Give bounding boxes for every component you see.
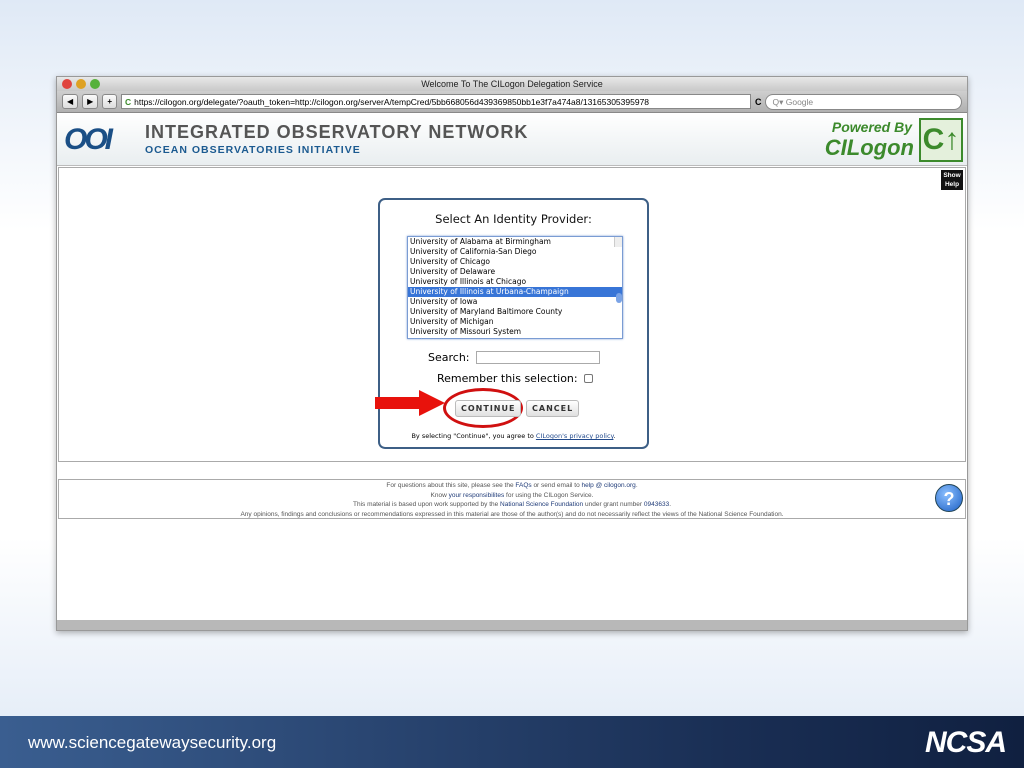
email-link[interactable]: help @ cilogon.org <box>582 482 636 489</box>
zoom-button[interactable] <box>90 79 100 89</box>
list-item[interactable]: University of Iowa <box>408 297 622 307</box>
cilogon-logo-icon: C↑ <box>919 118 963 162</box>
page-header: OOI INTEGRATED OBSERVATORY NETWORK OCEAN… <box>57 113 967 166</box>
url-text: https://cilogon.org/delegate/?oauth_toke… <box>134 97 650 107</box>
scrollbar-thumb[interactable] <box>616 293 622 303</box>
grant-link[interactable]: 0943633 <box>644 501 669 508</box>
reload-icon[interactable]: C <box>755 97 762 107</box>
search-placeholder: Google <box>785 96 814 107</box>
close-button[interactable] <box>62 79 72 89</box>
add-bookmark-button[interactable]: + <box>102 94 117 109</box>
list-item[interactable]: University of California-San Diego <box>408 247 622 257</box>
search-label: Search: <box>428 351 470 364</box>
agree-prefix: By selecting "Continue", you agree to <box>411 432 536 440</box>
idp-list[interactable]: University of Alabama at Birmingham Univ… <box>407 236 623 339</box>
list-item[interactable]: University of Chicago <box>408 257 622 267</box>
header-title: INTEGRATED OBSERVATORY NETWORK <box>145 122 529 142</box>
disclaimer: Any opinions, findings and conclusions o… <box>240 510 784 518</box>
main-content: Show Help Select An Identity Provider: U… <box>58 167 966 462</box>
continue-button[interactable]: CONTINUE <box>455 400 522 417</box>
list-item[interactable]: University of Alabama at Birmingham <box>408 237 622 247</box>
list-item[interactable]: University of Michigan <box>408 317 622 327</box>
list-item-selected[interactable]: University of Illinois at Urbana-Champai… <box>408 287 622 297</box>
slide-footer: www.sciencegatewaysecurity.org NCSA <box>0 716 1024 768</box>
site-icon: C <box>124 97 132 107</box>
window-title: Welcome To The CILogon Delegation Servic… <box>421 79 603 89</box>
help-icon[interactable]: ? <box>935 484 963 512</box>
address-bar[interactable]: Chttps://cilogon.org/delegate/?oauth_tok… <box>120 94 751 109</box>
search-input[interactable]: Q▾ Google <box>765 93 962 110</box>
remember-checkbox[interactable] <box>583 374 593 383</box>
back-button[interactable]: ◀ <box>62 94 79 109</box>
responsibilities-link[interactable]: your responsibilites <box>449 492 505 499</box>
scrollbar[interactable] <box>614 237 622 303</box>
header-subtitle: OCEAN OBSERVATORIES INITIATIVE <box>145 144 361 156</box>
red-arrow-icon <box>375 390 445 416</box>
list-item[interactable]: University of Missouri System <box>408 327 622 337</box>
agree-suffix: . <box>613 432 616 440</box>
nsf-link[interactable]: National Science Foundation <box>500 501 583 508</box>
ncsa-logo: NCSA <box>924 726 1007 759</box>
remember-label: Remember this selection: <box>437 372 578 385</box>
page-footer: For questions about this site, please se… <box>58 479 966 519</box>
cilogon-name: CILogon <box>824 135 914 160</box>
agreement-text: By selecting "Continue", you agree to CI… <box>380 432 647 440</box>
browser-window: Welcome To The CILogon Delegation Servic… <box>56 76 968 631</box>
list-item[interactable]: University of Illinois at Chicago <box>408 277 622 287</box>
minimize-button[interactable] <box>76 79 86 89</box>
panel-title: Select An Identity Provider: <box>435 212 592 226</box>
toolbar: ◀ ▶ + Chttps://cilogon.org/delegate/?oau… <box>57 91 967 113</box>
forward-button[interactable]: ▶ <box>82 94 99 109</box>
show-help-button[interactable]: Show Help <box>941 170 963 190</box>
slide-url: www.sciencegatewaysecurity.org <box>28 733 277 752</box>
faqs-link[interactable]: FAQs <box>515 482 531 489</box>
powered-by: Powered By <box>831 119 912 135</box>
title-bar: Welcome To The CILogon Delegation Servic… <box>57 77 967 91</box>
list-item[interactable]: University of Maryland Baltimore County <box>408 307 622 317</box>
idp-search-input[interactable] <box>475 351 600 364</box>
privacy-policy-link[interactable]: CILogon's privacy policy <box>536 432 614 440</box>
status-bar <box>57 620 967 630</box>
list-item[interactable]: University of Delaware <box>408 267 622 277</box>
ooi-logo: OOI <box>64 123 113 156</box>
cancel-button[interactable]: CANCEL <box>526 400 580 417</box>
